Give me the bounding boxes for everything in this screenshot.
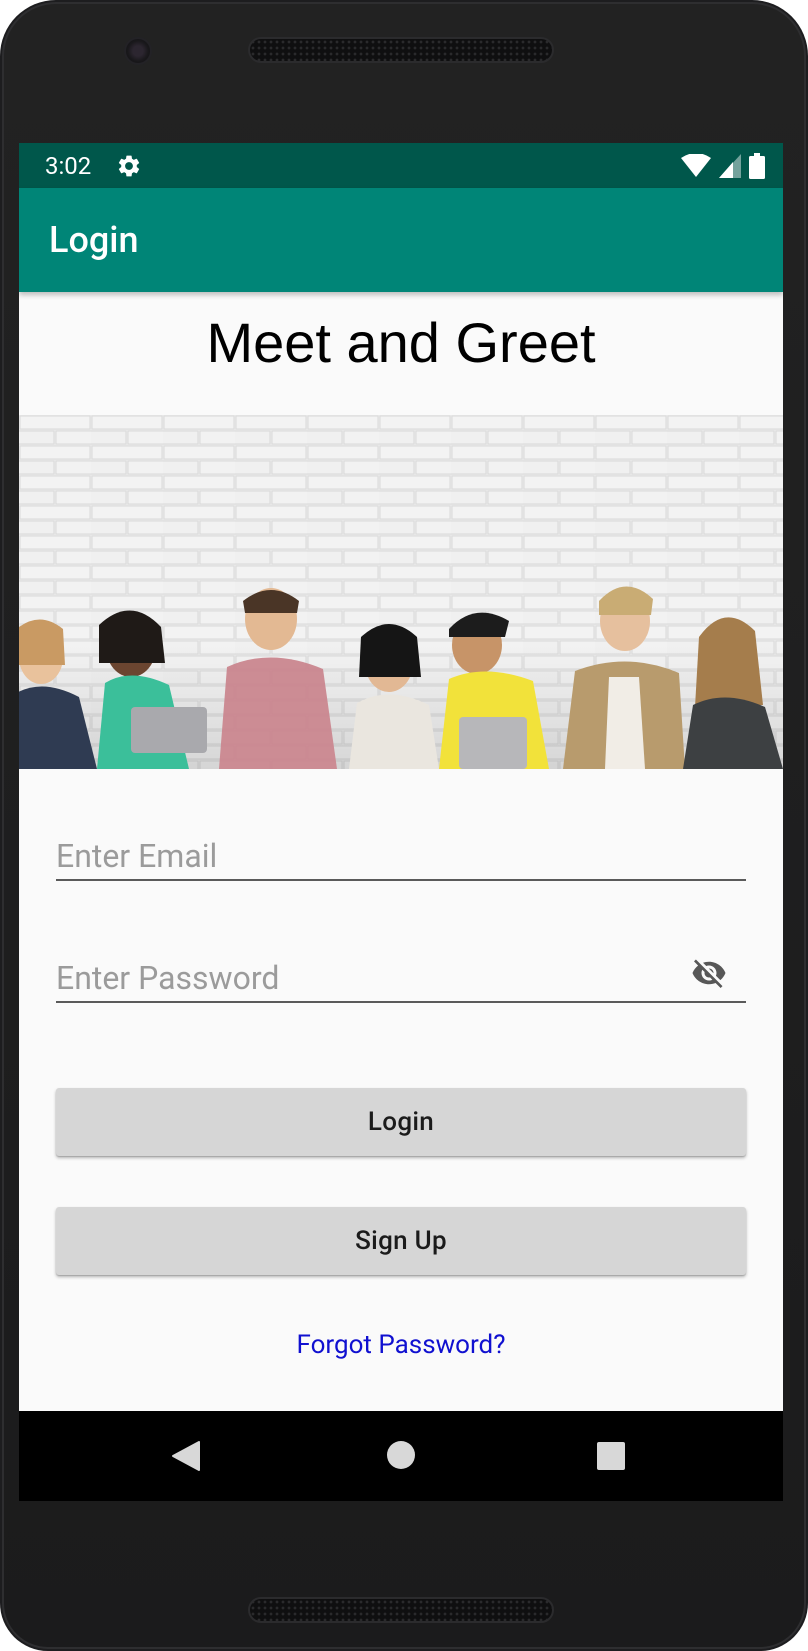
cell-signal-icon bbox=[719, 154, 741, 178]
app-bar-title: Login bbox=[49, 219, 139, 261]
navigation-bar bbox=[19, 1411, 783, 1501]
login-button[interactable]: Login bbox=[56, 1088, 746, 1156]
people-photo-illustration bbox=[19, 415, 783, 769]
hero-image bbox=[19, 415, 783, 769]
recents-square-icon[interactable] bbox=[597, 1442, 625, 1470]
battery-icon bbox=[749, 153, 765, 179]
password-input[interactable] bbox=[56, 959, 656, 997]
wifi-icon bbox=[681, 154, 711, 177]
bottom-speaker-grille bbox=[248, 1597, 554, 1623]
home-circle-icon[interactable] bbox=[387, 1441, 415, 1469]
back-triangle-icon[interactable] bbox=[171, 1440, 201, 1472]
top-speaker-grille bbox=[248, 37, 554, 63]
password-field bbox=[56, 943, 746, 1003]
phone-screen: 3:02 Login Meet and Greet Enter Email Lo… bbox=[19, 143, 783, 1501]
status-bar: 3:02 bbox=[19, 143, 783, 188]
status-time: 3:02 bbox=[45, 152, 92, 180]
app-bar: Login bbox=[19, 188, 783, 292]
phone-device-frame: 3:02 Login Meet and Greet Enter Email Lo… bbox=[0, 0, 808, 1651]
forgot-password-link[interactable]: Forgot Password? bbox=[19, 1329, 783, 1361]
front-camera bbox=[124, 37, 152, 65]
visibility-off-icon[interactable] bbox=[688, 955, 730, 991]
email-input[interactable] bbox=[56, 837, 746, 875]
settings-gear-icon bbox=[118, 155, 140, 177]
page-heading: Meet and Greet bbox=[206, 311, 596, 374]
email-field bbox=[56, 821, 746, 881]
sign-up-button[interactable]: Sign Up bbox=[56, 1207, 746, 1275]
